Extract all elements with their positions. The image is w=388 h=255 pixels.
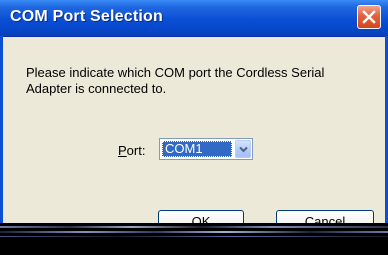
- port-dropdown-value[interactable]: COM1: [162, 141, 232, 157]
- window-frame-left: [0, 36, 3, 236]
- close-icon: [362, 10, 376, 24]
- close-button[interactable]: [357, 5, 381, 29]
- glitch-row: [0, 226, 388, 228]
- title-bar[interactable]: COM Port Selection: [0, 0, 388, 37]
- instruction-text: Please indicate which COM port the Cordl…: [26, 65, 325, 96]
- render-glitch-band: [0, 223, 388, 255]
- com-port-dialog: COM Port Selection Please indicate which…: [0, 0, 388, 255]
- dialog-title: COM Port Selection: [10, 8, 163, 25]
- port-label-mnemonic: P: [118, 143, 127, 158]
- port-dropdown[interactable]: COM1: [159, 138, 253, 160]
- port-label-text: ort:: [126, 143, 146, 158]
- port-dropdown-button[interactable]: [235, 140, 251, 158]
- port-label: Port:: [118, 143, 145, 158]
- glitch-row: [0, 236, 388, 237]
- chevron-down-icon: [239, 146, 248, 153]
- glitch-row: [0, 231, 388, 233]
